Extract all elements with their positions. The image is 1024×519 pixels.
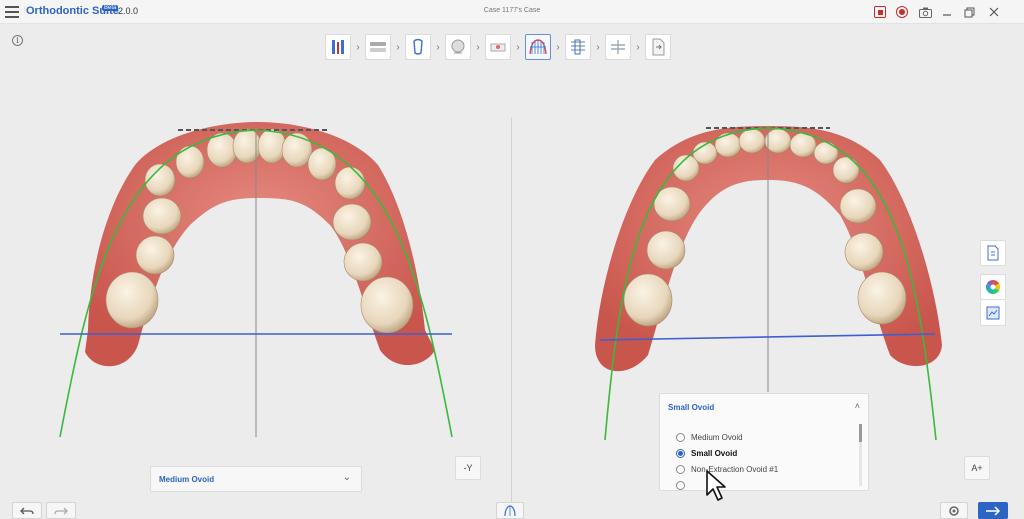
chevron-right-icon: › [356, 41, 360, 53]
chevron-right-icon: › [476, 41, 480, 53]
lower-arch-form-value: Medium Ovoid [159, 475, 215, 484]
lower-tooth [343, 242, 383, 282]
lower-tooth [142, 197, 182, 235]
model-base-icon [490, 43, 506, 52]
option-label: Medium Ovoid [691, 432, 743, 442]
lower-arch-form-select[interactable]: Medium Ovoid ⌄ [150, 466, 362, 492]
staging-icon [571, 39, 585, 55]
side-tool-color[interactable] [980, 274, 1006, 300]
step-attachments[interactable] [605, 34, 631, 60]
undo-button[interactable] [12, 502, 42, 519]
arch-option-medium-ovoid[interactable]: Medium Ovoid [676, 430, 743, 444]
lower-tooth [332, 203, 372, 241]
record-icon[interactable] [894, 4, 910, 20]
side-tool-model[interactable] [980, 300, 1006, 326]
case-title: Case 1177's Case [483, 7, 541, 14]
side-tool-document[interactable] [980, 240, 1006, 266]
settings-button[interactable] [940, 502, 968, 519]
minimize-icon[interactable] [939, 4, 955, 20]
step-export[interactable] [645, 34, 671, 60]
tooth-segment-icon [413, 38, 423, 55]
lower-tooth [135, 235, 175, 275]
viewport-divider [511, 117, 512, 517]
redo-icon [54, 507, 68, 514]
restore-icon[interactable] [961, 4, 977, 20]
step-staging[interactable] [565, 34, 591, 60]
upper-tooth [764, 128, 792, 154]
step-model-base[interactable] [485, 34, 511, 60]
gear-icon [949, 505, 959, 516]
export-icon [652, 38, 665, 56]
3d-viewport[interactable] [0, 24, 1024, 519]
upper-tooth [623, 273, 673, 327]
upper-view-button[interactable]: A+ [964, 456, 990, 480]
document-icon [987, 245, 999, 261]
chevron-right-icon: › [436, 41, 440, 53]
jaw-scan-icon [370, 42, 386, 52]
workflow-toolbar: › › › › › › › › [325, 34, 671, 60]
redo-button[interactable] [46, 502, 76, 519]
step-arch-form[interactable] [525, 34, 551, 60]
step-face-profile[interactable] [445, 34, 471, 60]
chevron-up-icon: ˄ [854, 401, 860, 411]
upper-arch-form-select[interactable]: Small Ovoid ˄ Medium Ovoid Small Ovoid N… [659, 393, 869, 491]
color-wheel-icon [986, 280, 1000, 294]
step-tooth-setup[interactable] [325, 34, 351, 60]
camera-icon[interactable] [917, 4, 933, 20]
upper-tooth [844, 232, 884, 272]
lower-arch-model [59, 122, 453, 438]
upper-arch-form-header[interactable]: Small Ovoid ˄ [660, 394, 868, 420]
option-label: Small Ovoid [691, 448, 738, 458]
upper-tooth [832, 156, 860, 184]
next-step-button[interactable] [978, 502, 1008, 519]
upper-tooth [857, 271, 907, 325]
chevron-right-icon: › [636, 41, 640, 53]
close-icon[interactable] [986, 4, 1002, 20]
radio-button [676, 480, 685, 490]
tooth-setup-icon [332, 40, 344, 54]
upper-tooth [714, 132, 742, 158]
lower-tooth [232, 128, 262, 164]
lower-tooth [334, 166, 366, 200]
upper-tooth [839, 188, 877, 224]
jaw-view-toggle[interactable] [496, 502, 524, 519]
arch-scene [59, 122, 942, 441]
arch-option-small-ovoid[interactable]: Small Ovoid [676, 446, 737, 460]
arrow-right-icon [986, 505, 1001, 516]
arch-form-icon [529, 39, 547, 55]
info-icon[interactable]: i [12, 35, 23, 46]
chevron-right-icon: › [396, 41, 400, 53]
jaw-icon [504, 504, 516, 516]
step-jaw-scan[interactable] [365, 34, 391, 60]
lower-tooth [360, 276, 414, 334]
chevron-down-icon: ⌄ [342, 472, 351, 483]
mouse-pointer-icon [706, 470, 726, 501]
face-profile-icon [451, 39, 465, 54]
dropdown-scrollbar[interactable] [859, 424, 862, 486]
screen-record-icon[interactable] [872, 4, 888, 20]
lower-tooth [175, 145, 205, 179]
chevron-right-icon: › [556, 41, 560, 53]
radio-button [676, 432, 685, 442]
chevron-right-icon: › [596, 41, 600, 53]
lower-tooth [281, 132, 313, 168]
lower-view-button[interactable]: -Y [455, 456, 481, 480]
radio-button [676, 464, 685, 474]
lower-tooth [257, 128, 287, 164]
lower-tooth [105, 271, 159, 329]
upper-tooth [738, 128, 766, 154]
model-view-icon [986, 306, 1000, 319]
upper-tooth [646, 230, 686, 270]
step-tooth-segment[interactable] [405, 34, 431, 60]
upper-tooth [813, 141, 839, 165]
radio-button-selected [676, 448, 685, 458]
undo-icon [20, 507, 34, 514]
arch-option-partial[interactable] [676, 478, 691, 490]
chevron-right-icon: › [516, 41, 520, 53]
title-bar: Orthodontic Suite Beta 2.0.0 Case 1177's… [0, 0, 1024, 24]
attachments-icon [611, 40, 625, 54]
upper-arch-form-value: Small Ovoid [668, 403, 715, 412]
